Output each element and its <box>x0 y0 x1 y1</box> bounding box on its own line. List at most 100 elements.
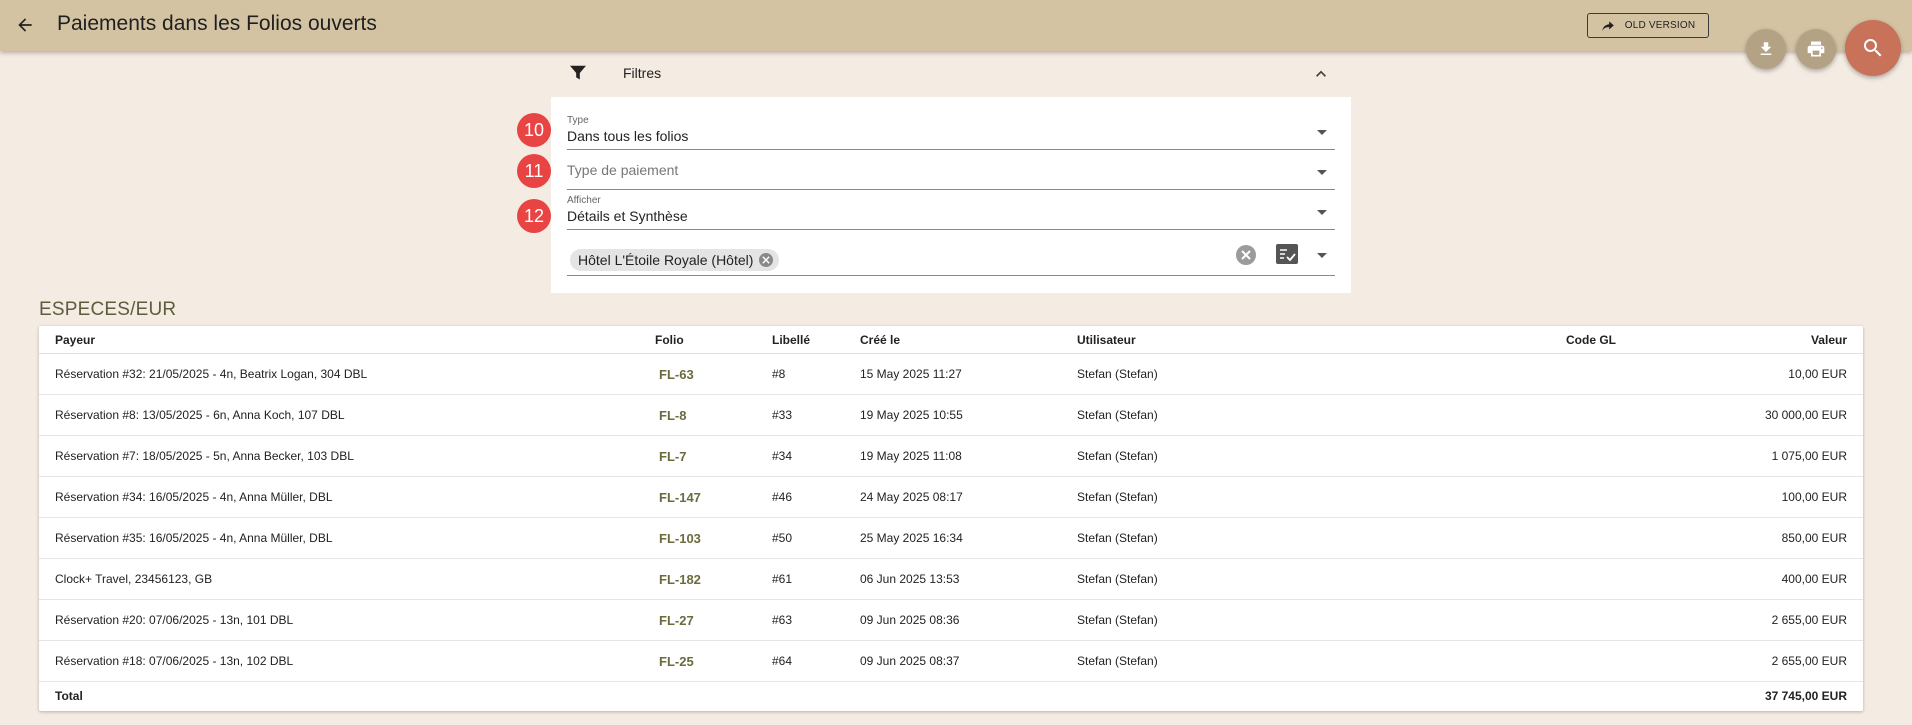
user-cell: Stefan (Stefan) <box>1077 435 1566 477</box>
folio-link[interactable]: FL-182 <box>655 572 701 587</box>
step-badge: 12 <box>517 199 551 233</box>
value-cell: 2 655,00 EUR <box>1686 640 1863 682</box>
table-row: Réservation #35: 16/05/2025 - 4n, Anna M… <box>39 517 1863 559</box>
type-select[interactable]: Type Dans tous les folios <box>567 115 1335 150</box>
table-row: Réservation #7: 18/05/2025 - 5n, Anna Be… <box>39 435 1863 477</box>
value-cell: 400,00 EUR <box>1686 558 1863 600</box>
table-row: Réservation #20: 07/06/2025 - 13n, 101 D… <box>39 599 1863 641</box>
table-row: Clock+ Travel, 23456123, GB FL-182 #61 06 J… <box>39 558 1863 600</box>
filters-label: Filtres <box>623 65 662 81</box>
search-icon <box>1864 39 1882 57</box>
dropdown-arrow-icon <box>1317 170 1327 175</box>
column-header[interactable]: Payeur <box>39 326 655 354</box>
payer-cell: Réservation #18: 07/06/2025 - 13n, 102 D… <box>39 640 655 682</box>
gl-code-cell <box>1566 353 1686 395</box>
folio-link[interactable]: FL-7 <box>655 449 686 464</box>
total-row: Total 37 745,00 EUR <box>39 682 1863 710</box>
hotel-chip: Hôtel L'Étoile Royale (Hôtel) <box>570 249 780 271</box>
column-header[interactable]: Folio <box>655 326 772 354</box>
folio-link[interactable]: FL-25 <box>655 654 694 669</box>
download-icon <box>1760 42 1772 55</box>
payer-cell: Réservation #32: 21/05/2025 - 4n, Beatri… <box>39 353 655 395</box>
user-cell: Stefan (Stefan) <box>1077 476 1566 518</box>
value-cell: 100,00 EUR <box>1686 476 1863 518</box>
filters-header[interactable]: Filtres <box>551 58 1351 88</box>
label-cell: #8 <box>772 353 860 395</box>
gl-code-cell <box>1566 476 1686 518</box>
gl-code-cell <box>1566 517 1686 559</box>
gl-code-cell <box>1566 394 1686 436</box>
value-cell: 10,00 EUR <box>1686 353 1863 395</box>
dropdown-arrow-icon <box>1317 253 1327 258</box>
table-row: Réservation #34: 16/05/2025 - 4n, Anna M… <box>39 476 1863 518</box>
table-row: Réservation #8: 13/05/2025 - 6n, Anna Ko… <box>39 394 1863 436</box>
total-value: 37 745,00 EUR <box>1764 688 1847 703</box>
payments-table: Payeur Folio Libellé Créé le Utilisateur… <box>39 326 1863 709</box>
label-cell: #64 <box>772 640 860 682</box>
step-badge: 10 <box>517 113 551 147</box>
label-cell: #61 <box>772 558 860 600</box>
filters-panel: Type Dans tous les folios Type de paieme… <box>551 97 1351 293</box>
table-row: Réservation #32: 21/05/2025 - 4n, Beatri… <box>39 353 1863 395</box>
created-cell: 09 Jun 2025 08:37 <box>860 640 1077 682</box>
created-cell: 06 Jun 2025 13:53 <box>860 558 1077 600</box>
folio-link[interactable]: FL-8 <box>655 408 686 423</box>
download-button[interactable] <box>1746 29 1786 69</box>
created-cell: 25 May 2025 16:34 <box>860 517 1077 559</box>
folio-link[interactable]: FL-147 <box>655 490 701 505</box>
created-cell: 19 May 2025 10:55 <box>860 394 1077 436</box>
user-cell: Stefan (Stefan) <box>1077 640 1566 682</box>
value-cell: 1 075,00 EUR <box>1686 435 1863 477</box>
hotel-chip-label: Hôtel L'Étoile Royale (Hôtel) <box>578 252 754 268</box>
payer-cell: Réservation #7: 18/05/2025 - 5n, Anna Be… <box>39 435 655 477</box>
gl-code-cell <box>1566 599 1686 641</box>
total-label: Total <box>55 688 83 703</box>
type-label: Type <box>567 115 589 126</box>
section-title: ESPECES/EUR <box>39 299 177 320</box>
column-header[interactable]: Créé le <box>860 326 1077 354</box>
folio-link[interactable]: FL-27 <box>655 613 694 628</box>
display-value: Détails et Synthèse <box>567 208 688 224</box>
column-header[interactable]: Code GL <box>1566 326 1686 354</box>
print-button[interactable] <box>1796 29 1836 69</box>
column-header[interactable]: Utilisateur <box>1077 326 1566 354</box>
chip-remove-icon[interactable] <box>759 253 774 267</box>
clear-icon[interactable] <box>1236 245 1256 265</box>
folio-link[interactable]: FL-103 <box>655 531 701 546</box>
value-cell: 2 655,00 EUR <box>1686 599 1863 641</box>
user-cell: Stefan (Stefan) <box>1077 394 1566 436</box>
folio-link[interactable]: FL-63 <box>655 367 694 382</box>
arrow-back-icon <box>18 18 32 32</box>
user-cell: Stefan (Stefan) <box>1077 517 1566 559</box>
old-version-button[interactable]: OLD VERSION <box>1587 13 1709 38</box>
hotel-select[interactable]: Hôtel L'Étoile Royale (Hôtel) <box>567 235 1335 276</box>
search-button[interactable] <box>1845 20 1901 76</box>
chevron-up-icon[interactable] <box>1311 64 1331 84</box>
select-all-icon[interactable] <box>1276 244 1298 264</box>
table-row: Réservation #18: 07/06/2025 - 13n, 102 D… <box>39 640 1863 682</box>
value-cell: 850,00 EUR <box>1686 517 1863 559</box>
payments-table-card: Payeur Folio Libellé Créé le Utilisateur… <box>39 326 1863 711</box>
gl-code-cell <box>1566 558 1686 600</box>
page-title: Paiements dans les Folios ouverts <box>57 12 377 35</box>
user-cell: Stefan (Stefan) <box>1077 558 1566 600</box>
label-cell: #46 <box>772 476 860 518</box>
payment-type-select[interactable]: Type de paiement <box>567 155 1335 190</box>
display-label: Afficher <box>567 195 601 206</box>
type-value: Dans tous les folios <box>567 128 689 144</box>
label-cell: #63 <box>772 599 860 641</box>
created-cell: 15 May 2025 11:27 <box>860 353 1077 395</box>
value-cell: 30 000,00 EUR <box>1686 394 1863 436</box>
column-header[interactable]: Libellé <box>772 326 860 354</box>
created-cell: 19 May 2025 11:08 <box>860 435 1077 477</box>
back-button[interactable] <box>10 10 40 40</box>
column-header[interactable]: Valeur <box>1686 326 1863 354</box>
display-select[interactable]: Afficher Détails et Synthèse <box>567 195 1335 230</box>
step-badge: 11 <box>517 154 551 188</box>
redo-arrow-icon <box>1601 20 1614 31</box>
top-app-bar: Paiements dans les Folios ouverts OLD VE… <box>0 0 1912 51</box>
gl-code-cell <box>1566 640 1686 682</box>
created-cell: 09 Jun 2025 08:36 <box>860 599 1077 641</box>
created-cell: 24 May 2025 08:17 <box>860 476 1077 518</box>
payer-cell: Réservation #8: 13/05/2025 - 6n, Anna Ko… <box>39 394 655 436</box>
